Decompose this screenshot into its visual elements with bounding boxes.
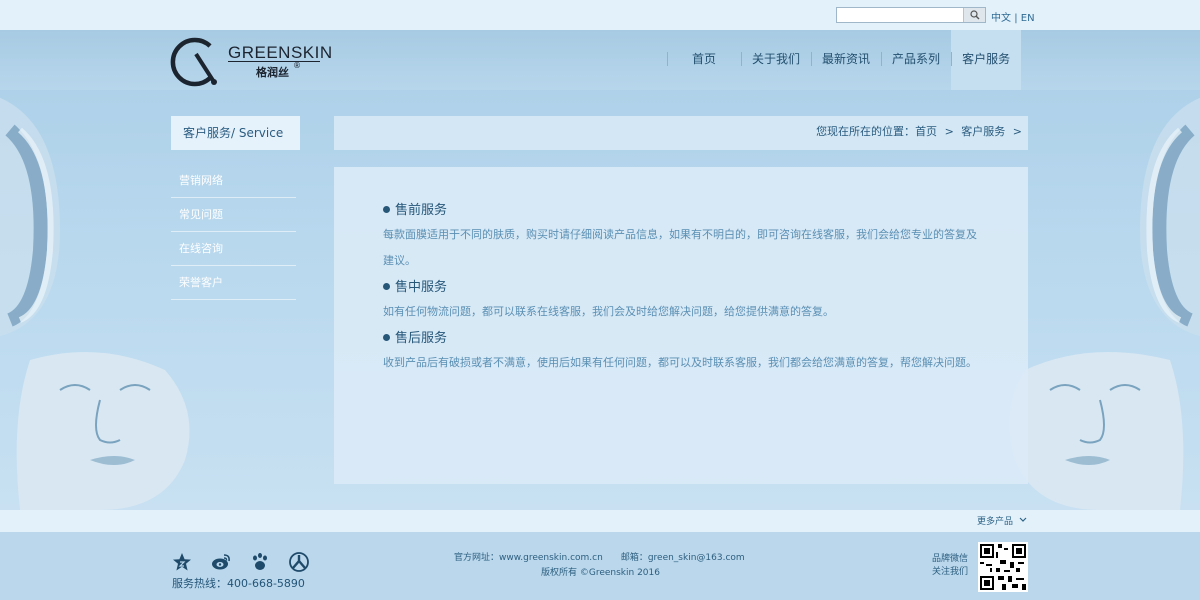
- breadcrumb-home[interactable]: 首页: [915, 125, 937, 138]
- sidebar-item-online-consult[interactable]: 在线咨询: [171, 232, 296, 266]
- sidebar-item-marketing-network[interactable]: 营销网络: [171, 164, 296, 198]
- more-products-link[interactable]: 更多产品: [977, 514, 1027, 527]
- breadcrumb: 您现在所在的位置：首页 > 客户服务 >: [334, 116, 1028, 150]
- search-input[interactable]: [836, 7, 986, 23]
- nav-home[interactable]: 首页: [667, 30, 741, 90]
- breadcrumb-separator: >: [944, 125, 954, 138]
- sidebar-item-faq[interactable]: 常见问题: [171, 198, 296, 232]
- section-title: 售后服务: [383, 328, 978, 350]
- service-content: 售前服务 每款面膜适用于不同的肤质，购买时请仔细阅读产品信息，如果有不明白的，即…: [334, 167, 1028, 484]
- breadcrumb-current[interactable]: 客户服务: [961, 125, 1005, 138]
- main-nav: 首页 关于我们 最新资讯 产品系列 客户服务: [667, 30, 1022, 90]
- lang-separator: |: [1014, 13, 1018, 24]
- bullet-icon: [383, 283, 390, 290]
- nav-products[interactable]: 产品系列: [881, 30, 951, 90]
- search-button[interactable]: [963, 8, 985, 22]
- section-text: 每款面膜适用于不同的肤质，购买时请仔细阅读产品信息，如果有不明白的，即可咨询在线…: [383, 228, 977, 267]
- contact-email[interactable]: 邮箱：green_skin@163.com: [621, 553, 745, 563]
- nav-news[interactable]: 最新资讯: [811, 30, 881, 90]
- more-products-bar: 更多产品: [0, 510, 1200, 532]
- section-title: 售前服务: [383, 200, 978, 222]
- paw-icon[interactable]: [250, 552, 270, 572]
- star-icon[interactable]: [172, 552, 192, 572]
- sidebar-item-honor-customers[interactable]: 荣誉客户: [171, 266, 296, 300]
- top-bar: 中文 | EN: [0, 0, 1200, 30]
- sidebar-title: 客户服务/ Service: [171, 116, 300, 150]
- official-website[interactable]: 官方网址：www.greenskin.com.cn: [454, 553, 603, 563]
- section-title: 售中服务: [383, 277, 978, 299]
- logo[interactable]: GREENSKIN 格润丝 ®: [170, 36, 332, 87]
- header: GREENSKIN 格润丝 ® 首页 关于我们 最新资讯 产品系列 客户服务: [0, 30, 1200, 90]
- wechat-label: 品牌微信 关注我们: [932, 554, 969, 577]
- logo-brand-cn: 格润丝: [256, 66, 289, 79]
- section-text: 如有任何物流问题，都可以联系在线客服，我们会及时给您解决问题，给您提供满意的答复…: [383, 305, 834, 318]
- bullet-icon: [383, 206, 390, 213]
- logo-registered: ®: [293, 61, 301, 70]
- background-art-right: [1000, 90, 1200, 510]
- chevron-down-icon: [1019, 517, 1027, 522]
- bullet-icon: [383, 334, 390, 341]
- renren-icon[interactable]: [289, 552, 309, 572]
- qr-code: [978, 542, 1028, 592]
- service-hotline: 服务热线：400-668-5890: [172, 577, 305, 590]
- breadcrumb-prefix: 您现在所在的位置：: [816, 125, 916, 138]
- search-icon: [969, 10, 979, 20]
- logo-mark: [170, 37, 217, 87]
- breadcrumb-separator: >: [1012, 125, 1022, 138]
- background-art-left: [0, 90, 200, 510]
- site-info: 官方网址：www.greenskin.com.cn 邮箱：green_skin@1…: [454, 551, 745, 581]
- nav-service[interactable]: 客户服务: [951, 30, 1022, 90]
- lang-en-link[interactable]: EN: [1021, 13, 1035, 24]
- lang-zh-link[interactable]: 中文: [991, 13, 1011, 24]
- sidebar-menu: 营销网络 常见问题 在线咨询 荣誉客户: [171, 164, 296, 300]
- copyright: 版权所有 ©Greenskin 2016: [541, 568, 660, 578]
- section-text: 收到产品后有破损或者不满意，使用后如果有任何问题，都可以及时联系客服，我们都会给…: [383, 356, 977, 369]
- nav-about[interactable]: 关于我们: [741, 30, 811, 90]
- language-switch: 中文 | EN: [991, 9, 1035, 24]
- social-links: [172, 552, 309, 572]
- weibo-icon[interactable]: [211, 552, 231, 572]
